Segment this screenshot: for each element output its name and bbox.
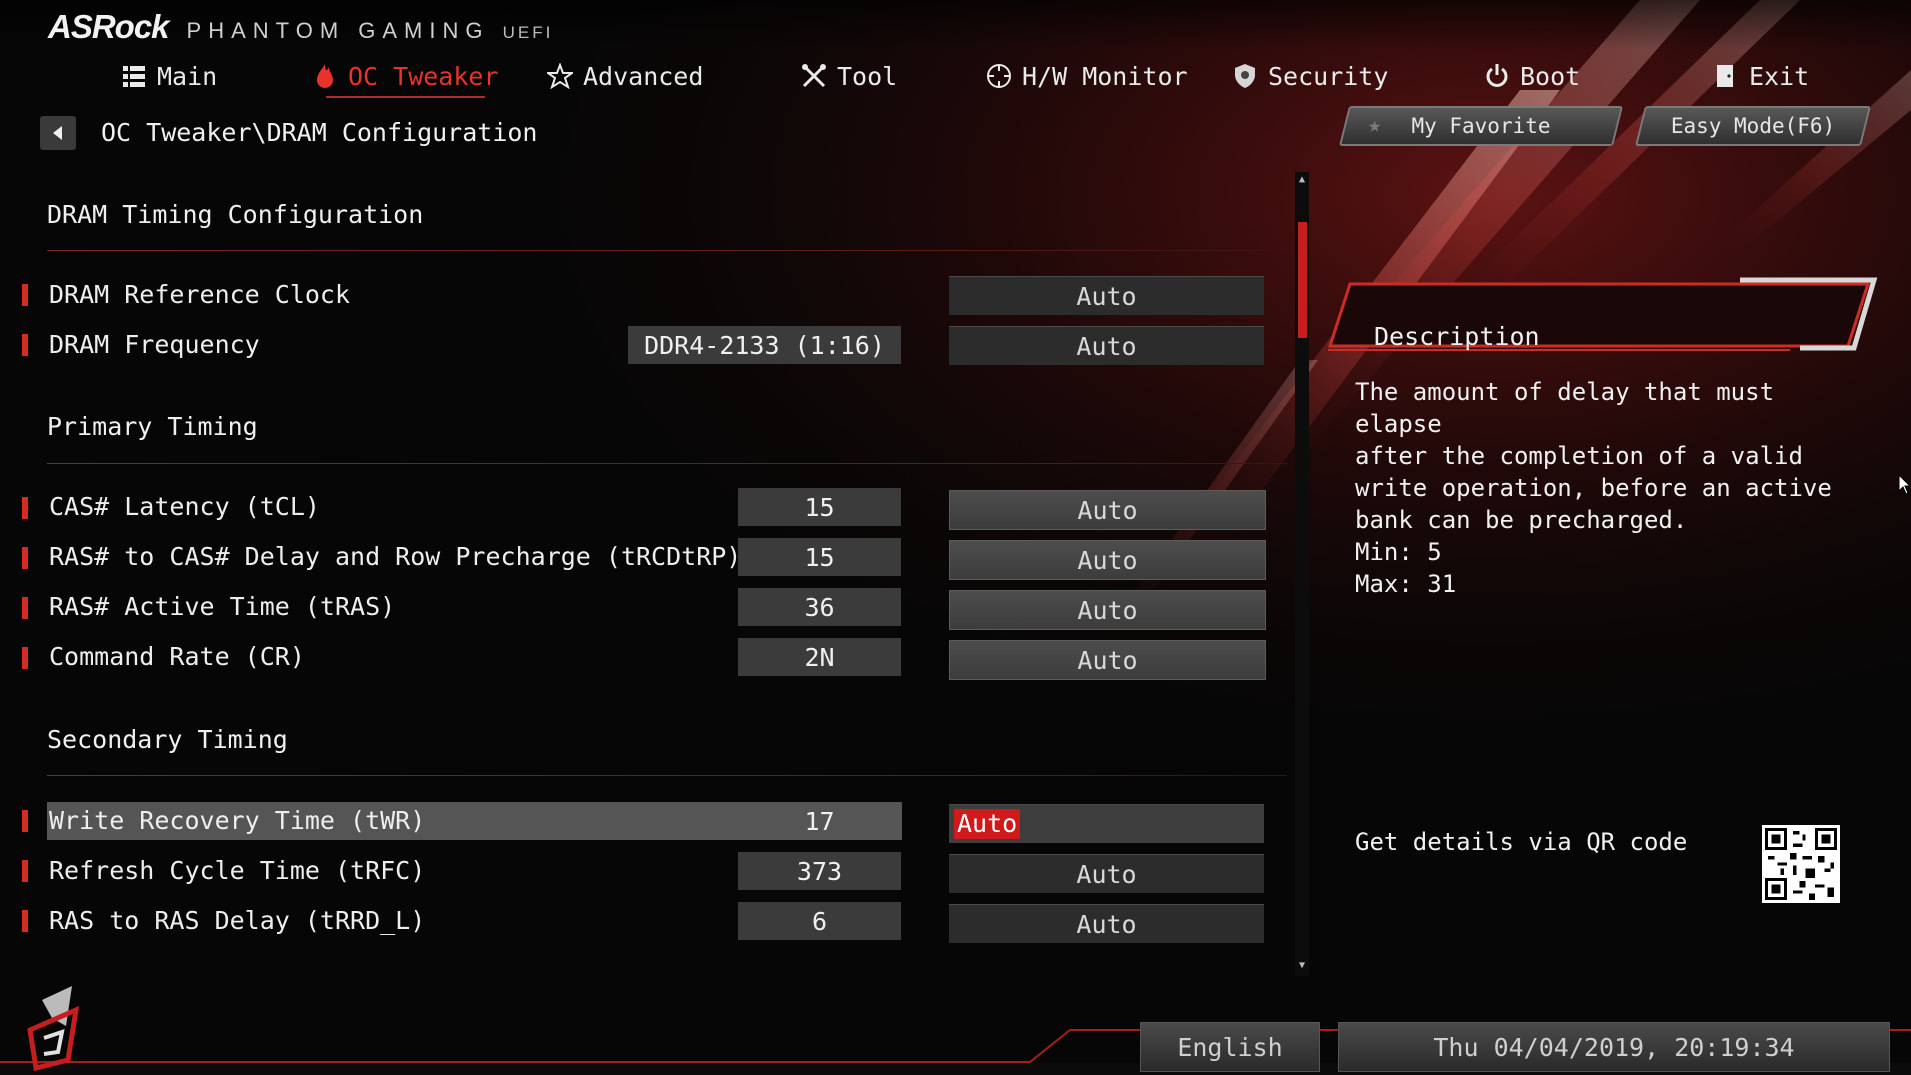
refresh-cycle-time-label: Refresh Cycle Time (tRFC) — [49, 856, 426, 885]
write-recovery-time-option[interactable]: Auto — [949, 804, 1264, 843]
tab-tool[interactable]: Tool — [801, 58, 897, 94]
cas-latency-label: CAS# Latency (tCL) — [49, 492, 320, 521]
tab-oc-tweaker-label: OC Tweaker — [348, 61, 499, 91]
tab-advanced-label: Advanced — [583, 61, 704, 91]
tab-advanced[interactable]: Advanced — [547, 58, 703, 94]
my-favorite-button[interactable]: ★ My Favorite — [1339, 106, 1623, 146]
tab-exit[interactable]: Exit — [1713, 58, 1809, 94]
description-text: The amount of delay that must elapse aft… — [1355, 378, 1832, 534]
dram-frequency-label: DRAM Frequency — [49, 330, 260, 359]
tab-boot-label: Boot — [1520, 61, 1581, 91]
row-marker — [22, 647, 28, 669]
row-marker — [22, 547, 28, 569]
row-marker — [22, 860, 28, 882]
qr-code-icon — [1762, 825, 1840, 903]
phantom-gaming-title: PHANTOM GAMING UEFI — [186, 18, 554, 43]
dram-frequency-value: DDR4-2133 (1:16) — [628, 326, 901, 364]
tras-value: 36 — [738, 588, 901, 626]
power-icon — [1486, 64, 1508, 87]
trcdtrp-label: RAS# to CAS# Delay and Row Precharge (tR… — [49, 542, 742, 571]
list-icon — [123, 66, 145, 87]
section-secondary-timing: Secondary Timing — [47, 725, 288, 754]
cas-latency-option[interactable]: Auto — [949, 490, 1266, 530]
brand-header: ASRock PHANTOM GAMING UEFI — [48, 8, 553, 48]
favorite-star-icon: ★ — [1368, 113, 1382, 138]
scroll-up-icon[interactable]: ▲ — [1295, 172, 1309, 186]
tab-security-label: Security — [1268, 61, 1389, 91]
tras-label: RAS# Active Time (tRAS) — [49, 592, 396, 621]
gauge-icon — [987, 64, 1011, 88]
ras-to-ras-delay-label: RAS to RAS Delay (tRRD_L) — [49, 906, 426, 935]
command-rate-value: 2N — [738, 638, 901, 676]
command-rate-option[interactable]: Auto — [949, 640, 1266, 680]
cas-latency-value: 15 — [738, 488, 901, 526]
scroll-down-icon[interactable]: ▼ — [1295, 958, 1309, 972]
mouse-cursor-icon — [1898, 474, 1910, 495]
dram-reference-clock-option[interactable]: Auto — [949, 276, 1264, 315]
description-min: Min: 5 — [1355, 538, 1442, 566]
tab-exit-label: Exit — [1749, 61, 1810, 91]
tras-option[interactable]: Auto — [949, 590, 1266, 630]
description-max: Max: 31 — [1355, 570, 1457, 598]
dram-reference-clock-label: DRAM Reference Clock — [49, 280, 351, 309]
command-rate-label: Command Rate (CR) — [49, 642, 305, 671]
back-button[interactable] — [40, 116, 76, 150]
tab-main-label: Main — [157, 61, 218, 91]
selected-option-text: Auto — [954, 809, 1021, 839]
row-marker — [22, 284, 28, 306]
tab-hw-monitor[interactable]: H/W Monitor — [986, 58, 1188, 94]
phantom-gaming-logo-icon — [27, 986, 80, 1072]
section-divider — [47, 250, 1287, 251]
ras-to-ras-delay-option[interactable]: Auto — [949, 904, 1264, 943]
write-recovery-time-value: 17 — [738, 802, 901, 840]
breadcrumb: OC Tweaker\DRAM Configuration — [101, 118, 538, 147]
section-dram-timing: DRAM Timing Configuration — [47, 200, 424, 229]
tools-icon — [802, 64, 826, 88]
flame-icon — [317, 64, 333, 88]
shield-icon — [1235, 64, 1255, 88]
description-title: Description — [1374, 322, 1540, 351]
section-divider — [47, 775, 1287, 776]
tab-hw-monitor-label: H/W Monitor — [1022, 61, 1188, 91]
dram-frequency-option[interactable]: Auto — [949, 326, 1264, 365]
qr-code-caption: Get details via QR code — [1355, 828, 1688, 856]
easy-mode-button[interactable]: Easy Mode(F6) — [1635, 106, 1871, 146]
row-marker — [22, 597, 28, 619]
refresh-cycle-time-option[interactable]: Auto — [949, 854, 1264, 893]
row-marker — [22, 910, 28, 932]
tab-oc-tweaker[interactable]: OC Tweaker — [312, 58, 499, 98]
ras-to-ras-delay-value: 6 — [738, 902, 901, 940]
trcdtrp-value: 15 — [738, 538, 901, 576]
row-marker — [22, 810, 28, 832]
write-recovery-time-label[interactable]: Write Recovery Time (tWR) — [49, 804, 425, 838]
trcdtrp-option[interactable]: Auto — [949, 540, 1266, 580]
language-button[interactable]: English — [1140, 1022, 1320, 1072]
tab-tool-label: Tool — [837, 61, 898, 91]
scrollbar-thumb[interactable] — [1298, 222, 1307, 338]
tab-main[interactable]: Main — [121, 58, 217, 94]
refresh-cycle-time-value: 373 — [738, 852, 901, 890]
datetime-display: Thu 04/04/2019, 20:19:34 — [1338, 1022, 1890, 1072]
tab-security[interactable]: Security — [1232, 58, 1388, 94]
star-icon — [547, 63, 573, 89]
section-primary-timing: Primary Timing — [47, 412, 258, 441]
arrow-left-icon — [53, 126, 62, 140]
row-marker — [22, 497, 28, 519]
row-marker — [22, 334, 28, 356]
exit-door-icon — [1717, 65, 1733, 87]
asrock-logo: ASRock — [48, 8, 170, 45]
tab-boot[interactable]: Boot — [1484, 58, 1580, 94]
section-divider — [47, 463, 1287, 464]
